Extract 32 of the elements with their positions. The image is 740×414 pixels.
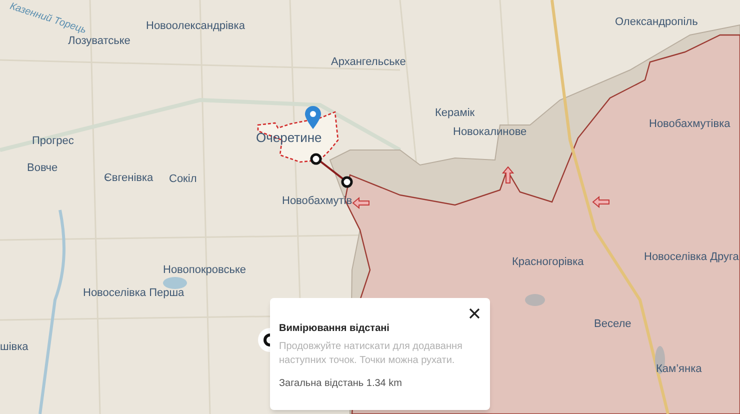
place-label: Лозуватське — [68, 36, 130, 47]
place-label: Євгенівка — [104, 173, 154, 184]
close-icon — [468, 308, 480, 318]
place-label: Красногорівка — [512, 257, 584, 268]
place-label: Олександропіль — [615, 17, 698, 28]
total-distance: Загальна відстань 1.34 km — [279, 377, 403, 391]
popup-title: Вимірювання відстані — [279, 322, 390, 336]
place-label: Очеретине — [256, 131, 322, 144]
place-label: Прогрес — [32, 136, 74, 147]
lake — [163, 277, 187, 289]
map-pin-icon — [305, 106, 321, 129]
close-button[interactable] — [467, 306, 481, 320]
place-label: Архангельське — [331, 57, 406, 68]
place-label: Новоселівка Перша — [83, 288, 184, 299]
measure-point[interactable] — [310, 153, 322, 165]
lake — [525, 294, 545, 306]
place-label: Кам’янка — [656, 364, 702, 375]
place-label: Вовче — [27, 163, 58, 174]
place-label: Веселе — [594, 319, 632, 330]
place-label: Новокалинове — [453, 127, 527, 138]
place-label: шівка — [0, 342, 28, 353]
arrow-icon — [502, 166, 514, 184]
measure-point[interactable] — [341, 176, 353, 188]
place-label: Новоолександрівка — [146, 21, 245, 32]
place-label: Новопокровське — [163, 265, 246, 276]
arrow-icon — [352, 197, 370, 209]
arrow-icon — [592, 196, 610, 208]
popup-hint: Продовжуйте натискати для додавання наступних точок. Точки можна рухати. — [279, 340, 464, 368]
place-label: Сокіл — [169, 174, 197, 185]
place-label: Новоселівка Друга — [644, 252, 739, 263]
place-label: Новобахмутівка — [649, 119, 730, 130]
place-label: Керамік — [435, 108, 475, 119]
